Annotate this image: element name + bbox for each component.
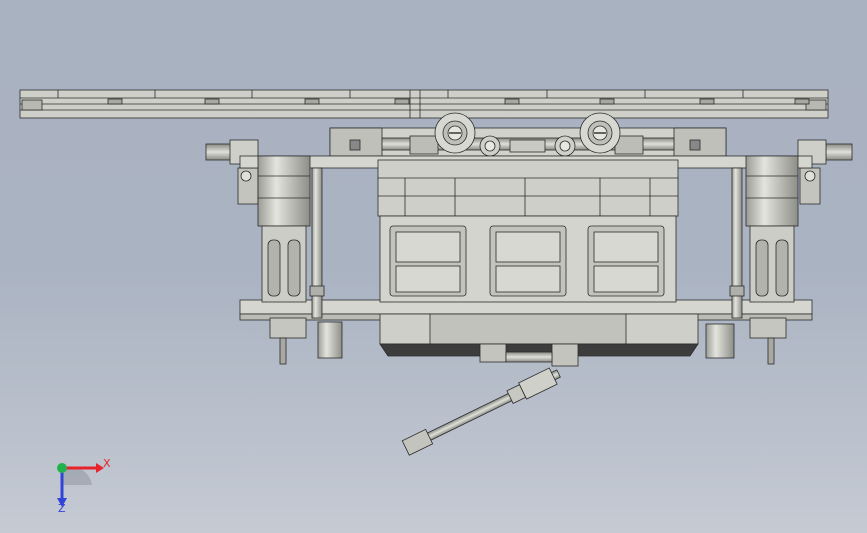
side-stub-left — [205, 139, 259, 205]
right-column — [705, 155, 799, 365]
top-rail — [19, 89, 829, 119]
machine-drawing — [19, 89, 853, 507]
y-axis-icon — [57, 463, 67, 473]
axis-triad — [57, 463, 104, 507]
axis-x-label: X — [103, 457, 111, 470]
side-stub-right — [797, 139, 853, 205]
hanging-cylinder — [401, 343, 579, 456]
lower-base — [379, 313, 699, 357]
central-housing — [377, 159, 679, 303]
axis-z-label: Z — [58, 502, 66, 515]
cad-viewport[interactable]: X Z — [0, 0, 867, 533]
upper-carriage — [329, 112, 727, 157]
left-column — [257, 155, 343, 365]
